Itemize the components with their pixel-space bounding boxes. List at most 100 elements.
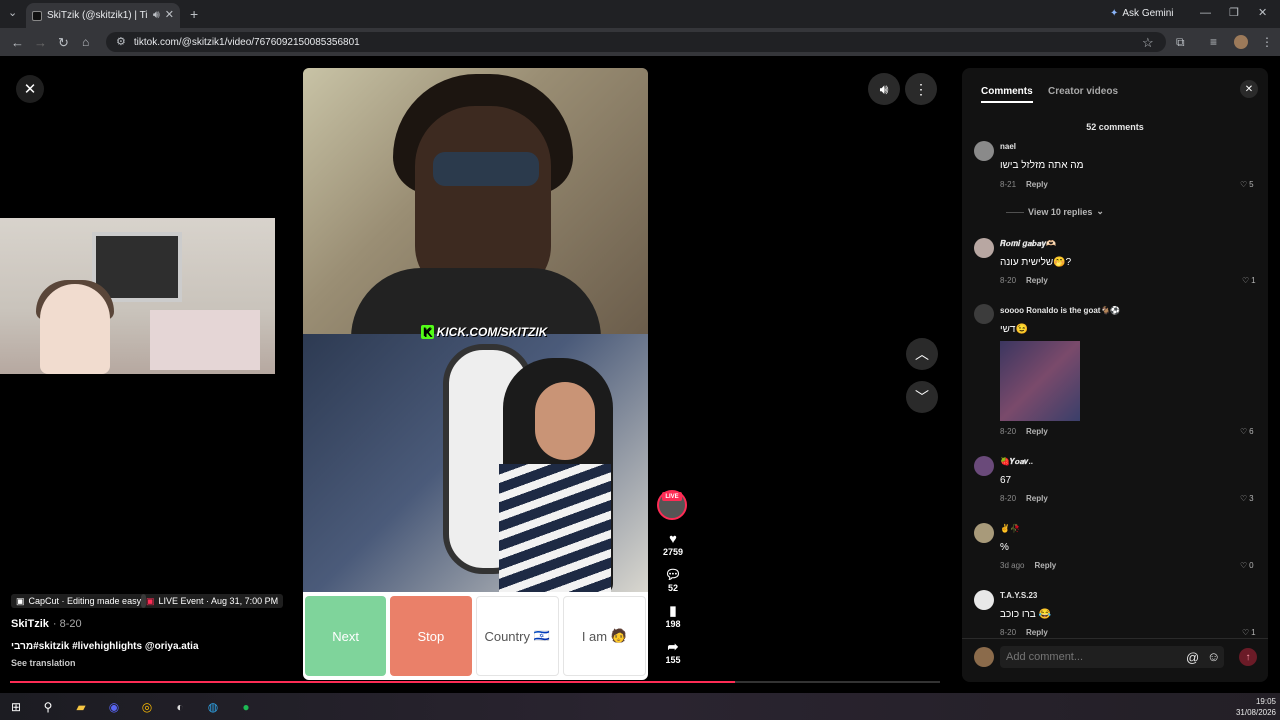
- speaker-icon[interactable]: 🔊︎: [153, 10, 160, 21]
- comment-like[interactable]: ♡ 0: [1240, 561, 1254, 570]
- tab-creator-videos[interactable]: Creator videos: [1048, 86, 1118, 97]
- tab-close-icon[interactable]: ✕: [165, 10, 174, 21]
- commenter-avatar[interactable]: [974, 304, 994, 324]
- forward-icon[interactable]: →: [34, 36, 47, 49]
- reply-button[interactable]: Reply: [1026, 427, 1048, 436]
- video-player[interactable]: K KICK.COM/SKITZIK Next Stop Country 🇮🇱 …: [303, 68, 648, 680]
- more-options-button[interactable]: ⋮: [905, 73, 937, 105]
- volume-button[interactable]: 🔊︎: [868, 73, 900, 105]
- heart-outline-icon: ♡: [1240, 427, 1248, 436]
- close-icon: ✕: [1244, 83, 1254, 95]
- comment-username[interactable]: ✌️🥀: [1000, 524, 1020, 533]
- windows-start-icon[interactable]: ⊞: [8, 699, 24, 715]
- close-icon: ✕: [23, 81, 37, 98]
- ask-gemini-button[interactable]: ✦ Ask Gemini: [1104, 4, 1180, 22]
- reply-button[interactable]: Reply: [1026, 180, 1048, 189]
- country-label: Country: [484, 628, 530, 644]
- next-label: Next: [332, 628, 359, 644]
- discord-icon[interactable]: ◉: [106, 699, 122, 715]
- file-explorer-icon[interactable]: ▰: [73, 699, 89, 715]
- profile-avatar[interactable]: [1234, 35, 1248, 49]
- progress-fill: [10, 681, 736, 683]
- window-close-icon[interactable]: ✕: [1258, 8, 1267, 19]
- comment-bubble-icon: 💬︎: [664, 567, 682, 582]
- mention-icon[interactable]: @: [1186, 650, 1199, 665]
- reply-button[interactable]: Reply: [1026, 628, 1048, 637]
- taskbar-clock[interactable]: 19:05 31/08/2026: [1230, 696, 1276, 718]
- media-control-icon[interactable]: ≡: [1210, 36, 1217, 48]
- author-name[interactable]: SkiTzik: [11, 618, 49, 630]
- url-text: tiktok.com/@skitzik1/video/7676092150085…: [133, 36, 360, 48]
- live-event-chip[interactable]: ▣ LIVE Event · Aug 31, 7:00 PM: [141, 594, 284, 608]
- i-am-label: I am: [581, 628, 608, 644]
- share-action[interactable]: ➦ 155: [658, 640, 688, 665]
- replies-divider: ——: [1006, 206, 1024, 217]
- address-bar[interactable]: ⚙ tiktok.com/@skitzik1/video/76760921500…: [106, 32, 1166, 52]
- panel-close-button[interactable]: ✕: [1240, 80, 1258, 98]
- comment-like[interactable]: ♡ 1: [1242, 628, 1256, 637]
- comment-username[interactable]: soooo Ronaldo is the goat🐐⚽: [1000, 306, 1120, 315]
- reply-button[interactable]: Reply: [1026, 494, 1048, 503]
- comment-date: 8-20: [1000, 494, 1017, 503]
- comment-username[interactable]: T.A.Y.S.23: [1000, 591, 1037, 600]
- search-icon[interactable]: ⚲: [40, 699, 56, 715]
- comment-meta: 8-20 Reply: [1000, 427, 1048, 436]
- browser-tab[interactable]: SkiTzik (@skitzik1) | TikTok 🔊︎ ✕: [26, 3, 180, 28]
- comment-like[interactable]: ♡ 3: [1240, 494, 1254, 503]
- comment-like-count: 3: [1249, 494, 1254, 503]
- reply-button[interactable]: Reply: [1026, 276, 1048, 285]
- comment-action[interactable]: 💬︎ 52: [658, 568, 688, 593]
- share-count: 155: [665, 655, 681, 665]
- save-count: 198: [665, 619, 681, 629]
- comment-username[interactable]: 🍓𝒀𝒐𝒂𝒗..: [1000, 457, 1033, 467]
- home-icon[interactable]: ⌂: [82, 36, 89, 48]
- comment-username[interactable]: 𝑹𝒐𝒎𝒊 𝒈𝒂𝒃𝒂𝒚🫶🏻: [1000, 239, 1056, 249]
- live-event-label: LIVE Event · Aug 31, 7:00 PM: [158, 596, 279, 606]
- reload-icon[interactable]: ↻: [58, 36, 69, 49]
- heart-outline-icon: ♡: [1242, 628, 1250, 637]
- back-icon[interactable]: ←: [11, 36, 24, 49]
- edge-icon[interactable]: ◍: [205, 699, 221, 715]
- obs-icon[interactable]: ◐: [172, 699, 188, 715]
- commenter-avatar[interactable]: [974, 238, 994, 258]
- chrome-icon[interactable]: ◎: [139, 699, 155, 715]
- save-action[interactable]: ▮ 198: [658, 604, 688, 629]
- heart-outline-icon: ♡: [1242, 276, 1250, 285]
- send-comment-button[interactable]: ↑: [1239, 648, 1257, 666]
- commenter-avatar[interactable]: [974, 456, 994, 476]
- stop-button: Stop: [390, 596, 472, 676]
- kick-url-text: KICK.COM/SKITZIK: [436, 325, 548, 339]
- tab-comments[interactable]: Comments: [981, 86, 1033, 103]
- view-replies-button[interactable]: —— View 10 replies ⌄: [1006, 206, 1104, 217]
- restore-icon[interactable]: ❐: [1229, 8, 1239, 19]
- capcut-chip[interactable]: ▣ CapCut · Editing made easy: [11, 594, 147, 608]
- spotify-icon[interactable]: ●: [238, 699, 254, 715]
- comment-like[interactable]: ♡ 5: [1240, 180, 1254, 189]
- comment-image-thumbnail[interactable]: [1000, 341, 1080, 421]
- commenter-avatar[interactable]: [974, 590, 994, 610]
- next-video-button[interactable]: ﹀: [906, 381, 938, 413]
- minimize-icon[interactable]: —: [1200, 8, 1211, 19]
- bookmark-icon: ▮: [669, 603, 677, 618]
- close-video-button[interactable]: ✕: [16, 75, 44, 103]
- new-tab-icon[interactable]: +: [190, 7, 198, 21]
- i-am-button: I am 🧑: [562, 596, 646, 676]
- commenter-avatar[interactable]: [974, 141, 994, 161]
- commenter-avatar[interactable]: [974, 523, 994, 543]
- comment-like[interactable]: ♡ 1: [1242, 276, 1256, 285]
- site-settings-icon[interactable]: ⚙: [116, 36, 126, 48]
- comment-like[interactable]: ♡ 6: [1240, 427, 1254, 436]
- emoji-icon[interactable]: ☺: [1207, 649, 1220, 664]
- chrome-menu-icon[interactable]: ⋮: [1261, 36, 1273, 48]
- video-bottom-frame: [303, 334, 648, 594]
- comment-date: 8-20: [1000, 628, 1017, 637]
- previous-video-button[interactable]: ︿: [906, 338, 938, 370]
- bookmark-star-icon[interactable]: ☆: [1142, 36, 1154, 49]
- like-action[interactable]: ♥ 2759: [658, 532, 688, 557]
- tab-search-chevron-icon[interactable]: ⌄: [8, 8, 17, 19]
- reply-button[interactable]: Reply: [1034, 561, 1056, 570]
- extensions-icon[interactable]: ⧉: [1176, 36, 1185, 48]
- see-translation-link[interactable]: See translation: [11, 658, 76, 668]
- video-progress-bar[interactable]: [10, 681, 940, 683]
- comment-username[interactable]: nael: [1000, 142, 1016, 151]
